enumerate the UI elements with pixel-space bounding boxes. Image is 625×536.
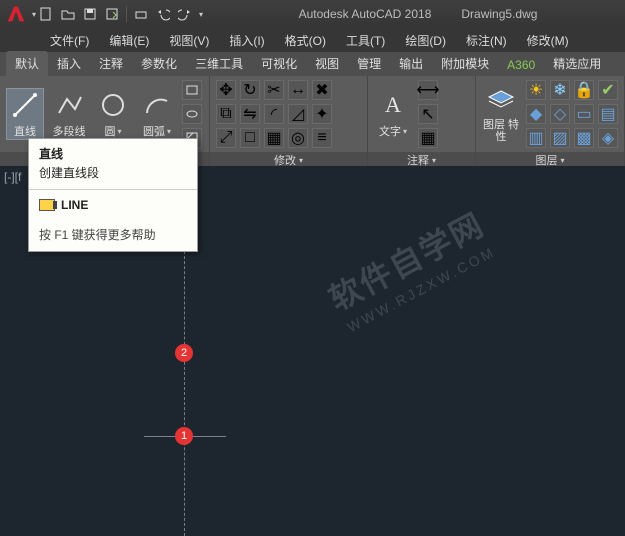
menu-dim[interactable]: 标注(N) bbox=[456, 32, 517, 49]
tab-addins[interactable]: 附加模块 bbox=[432, 51, 498, 76]
open-icon[interactable] bbox=[60, 6, 76, 22]
ribbon-tabs: 默认 插入 注释 参数化 三维工具 可视化 视图 管理 输出 附加模块 A360… bbox=[0, 52, 625, 76]
layer-state-icon[interactable]: ▭ bbox=[574, 104, 594, 124]
trim-icon[interactable]: ✂ bbox=[264, 80, 284, 100]
layer-more-icon[interactable]: ▤ bbox=[598, 104, 618, 124]
quick-access-toolbar: ▾ bbox=[36, 6, 211, 22]
redo-icon[interactable] bbox=[177, 6, 193, 22]
layer-off-icon[interactable]: ☀ bbox=[526, 80, 546, 100]
menu-draw[interactable]: 绘图(D) bbox=[395, 32, 456, 49]
tab-parametric[interactable]: 参数化 bbox=[132, 51, 186, 76]
polyline-button[interactable]: 多段线 bbox=[50, 89, 88, 139]
tooltip-command: LINE bbox=[61, 198, 88, 212]
arc-button[interactable]: 圆弧▾ bbox=[138, 89, 176, 139]
chevron-down-icon: ▾ bbox=[167, 127, 171, 136]
layer-merge-icon[interactable]: ▨ bbox=[550, 128, 570, 148]
polyline-icon bbox=[53, 89, 85, 121]
erase-icon[interactable]: ✖ bbox=[312, 80, 332, 100]
layer-prev-icon[interactable]: ◇ bbox=[550, 104, 570, 124]
menu-file[interactable]: 文件(F) bbox=[40, 32, 99, 49]
save-icon[interactable] bbox=[82, 6, 98, 22]
layer-cur-icon[interactable]: ◈ bbox=[598, 128, 618, 148]
tab-visualize[interactable]: 可视化 bbox=[252, 51, 306, 76]
move-icon[interactable]: ✥ bbox=[216, 80, 236, 100]
menu-view[interactable]: 视图(V) bbox=[159, 32, 219, 49]
new-icon[interactable] bbox=[38, 6, 54, 22]
rotate-icon[interactable]: ↻ bbox=[240, 80, 260, 100]
command-icon bbox=[39, 199, 55, 211]
offset-icon[interactable]: ◎ bbox=[288, 128, 308, 148]
polyline-label: 多段线 bbox=[53, 123, 86, 139]
menu-insert[interactable]: 插入(I) bbox=[219, 32, 274, 49]
marker-1: 1 bbox=[175, 427, 193, 445]
chevron-down-icon: ▾ bbox=[117, 127, 121, 136]
copy-icon[interactable]: ⧉ bbox=[216, 104, 236, 124]
qat-more-icon[interactable]: ▾ bbox=[199, 10, 203, 19]
app-logo[interactable] bbox=[0, 0, 32, 28]
layer-iso-icon[interactable]: ✔ bbox=[598, 80, 618, 100]
tab-default[interactable]: 默认 bbox=[6, 51, 48, 76]
text-icon: A bbox=[377, 89, 409, 121]
title-bar: ▾ ▾ Autodesk AutoCAD 2018 Drawing5.dwg bbox=[0, 0, 625, 28]
circle-icon bbox=[97, 89, 129, 121]
tab-a360[interactable]: A360 bbox=[498, 54, 544, 76]
mirror-icon[interactable]: ⇋ bbox=[240, 104, 260, 124]
leader-icon[interactable]: ↖ bbox=[418, 104, 438, 124]
scale-icon[interactable]: □ bbox=[240, 128, 260, 148]
drawn-vertical-line bbox=[184, 236, 185, 536]
layer-lock-icon[interactable]: 🔒 bbox=[574, 80, 594, 100]
menu-edit[interactable]: 编辑(E) bbox=[99, 32, 159, 49]
tab-view[interactable]: 视图 bbox=[306, 51, 348, 76]
file-name: Drawing5.dwg bbox=[461, 7, 537, 21]
tab-3dtools[interactable]: 三维工具 bbox=[186, 51, 252, 76]
layer-walk-icon[interactable]: ▥ bbox=[526, 128, 546, 148]
tab-manage[interactable]: 管理 bbox=[348, 51, 390, 76]
stretch-icon[interactable]: ⤢ bbox=[216, 128, 236, 148]
line-icon bbox=[9, 89, 41, 121]
layer-props-button[interactable]: 图层 特性 bbox=[482, 85, 520, 143]
dim-linear-icon[interactable]: ⟷ bbox=[418, 80, 438, 100]
menu-tools[interactable]: 工具(T) bbox=[336, 32, 395, 49]
align-icon[interactable]: ≡ bbox=[312, 128, 332, 148]
explode-icon[interactable]: ✦ bbox=[312, 104, 332, 124]
ellipse-icon[interactable] bbox=[182, 104, 202, 124]
table-icon[interactable]: ▦ bbox=[418, 128, 438, 148]
arc-icon bbox=[141, 89, 173, 121]
undo-icon[interactable] bbox=[155, 6, 171, 22]
menu-modify[interactable]: 修改(M) bbox=[517, 32, 579, 49]
watermark: 软件自学网 WWW.RJZXW.COM bbox=[320, 200, 500, 336]
tooltip-title: 直线 bbox=[29, 139, 197, 164]
tooltip-description: 创建直线段 bbox=[29, 164, 197, 189]
app-title: Autodesk AutoCAD 2018 bbox=[299, 7, 432, 21]
layer-freeze-icon[interactable]: ❄ bbox=[550, 80, 570, 100]
array-icon[interactable]: ▦ bbox=[264, 128, 284, 148]
layer-del-icon[interactable]: ▩ bbox=[574, 128, 594, 148]
menu-format[interactable]: 格式(O) bbox=[275, 32, 336, 49]
plot-icon[interactable] bbox=[133, 6, 149, 22]
extend-icon[interactable]: ↔ bbox=[288, 80, 308, 100]
tooltip-help: 按 F1 键获得更多帮助 bbox=[29, 220, 197, 251]
text-button[interactable]: A 文字▾ bbox=[374, 89, 412, 139]
marker-2: 2 bbox=[175, 344, 193, 362]
tab-output[interactable]: 输出 bbox=[390, 51, 432, 76]
circle-button[interactable]: 圆▾ bbox=[94, 89, 132, 139]
tooltip-line: 直线 创建直线段 LINE 按 F1 键获得更多帮助 bbox=[28, 138, 198, 252]
line-button[interactable]: 直线 bbox=[6, 88, 44, 140]
fillet-icon[interactable]: ◜ bbox=[264, 104, 284, 124]
rect-icon[interactable] bbox=[182, 80, 202, 100]
tab-insert[interactable]: 插入 bbox=[48, 51, 90, 76]
chamfer-icon[interactable]: ◿ bbox=[288, 104, 308, 124]
saveas-icon[interactable] bbox=[104, 6, 120, 22]
menu-bar: 文件(F) 编辑(E) 视图(V) 插入(I) 格式(O) 工具(T) 绘图(D… bbox=[0, 28, 625, 52]
tab-featured[interactable]: 精选应用 bbox=[544, 51, 610, 76]
layer-stack-icon bbox=[485, 85, 517, 117]
viewport-label[interactable]: [-][f bbox=[4, 170, 21, 184]
line-label: 直线 bbox=[14, 123, 36, 139]
tab-annotate[interactable]: 注释 bbox=[90, 51, 132, 76]
layer-match-icon[interactable]: ◆ bbox=[526, 104, 546, 124]
